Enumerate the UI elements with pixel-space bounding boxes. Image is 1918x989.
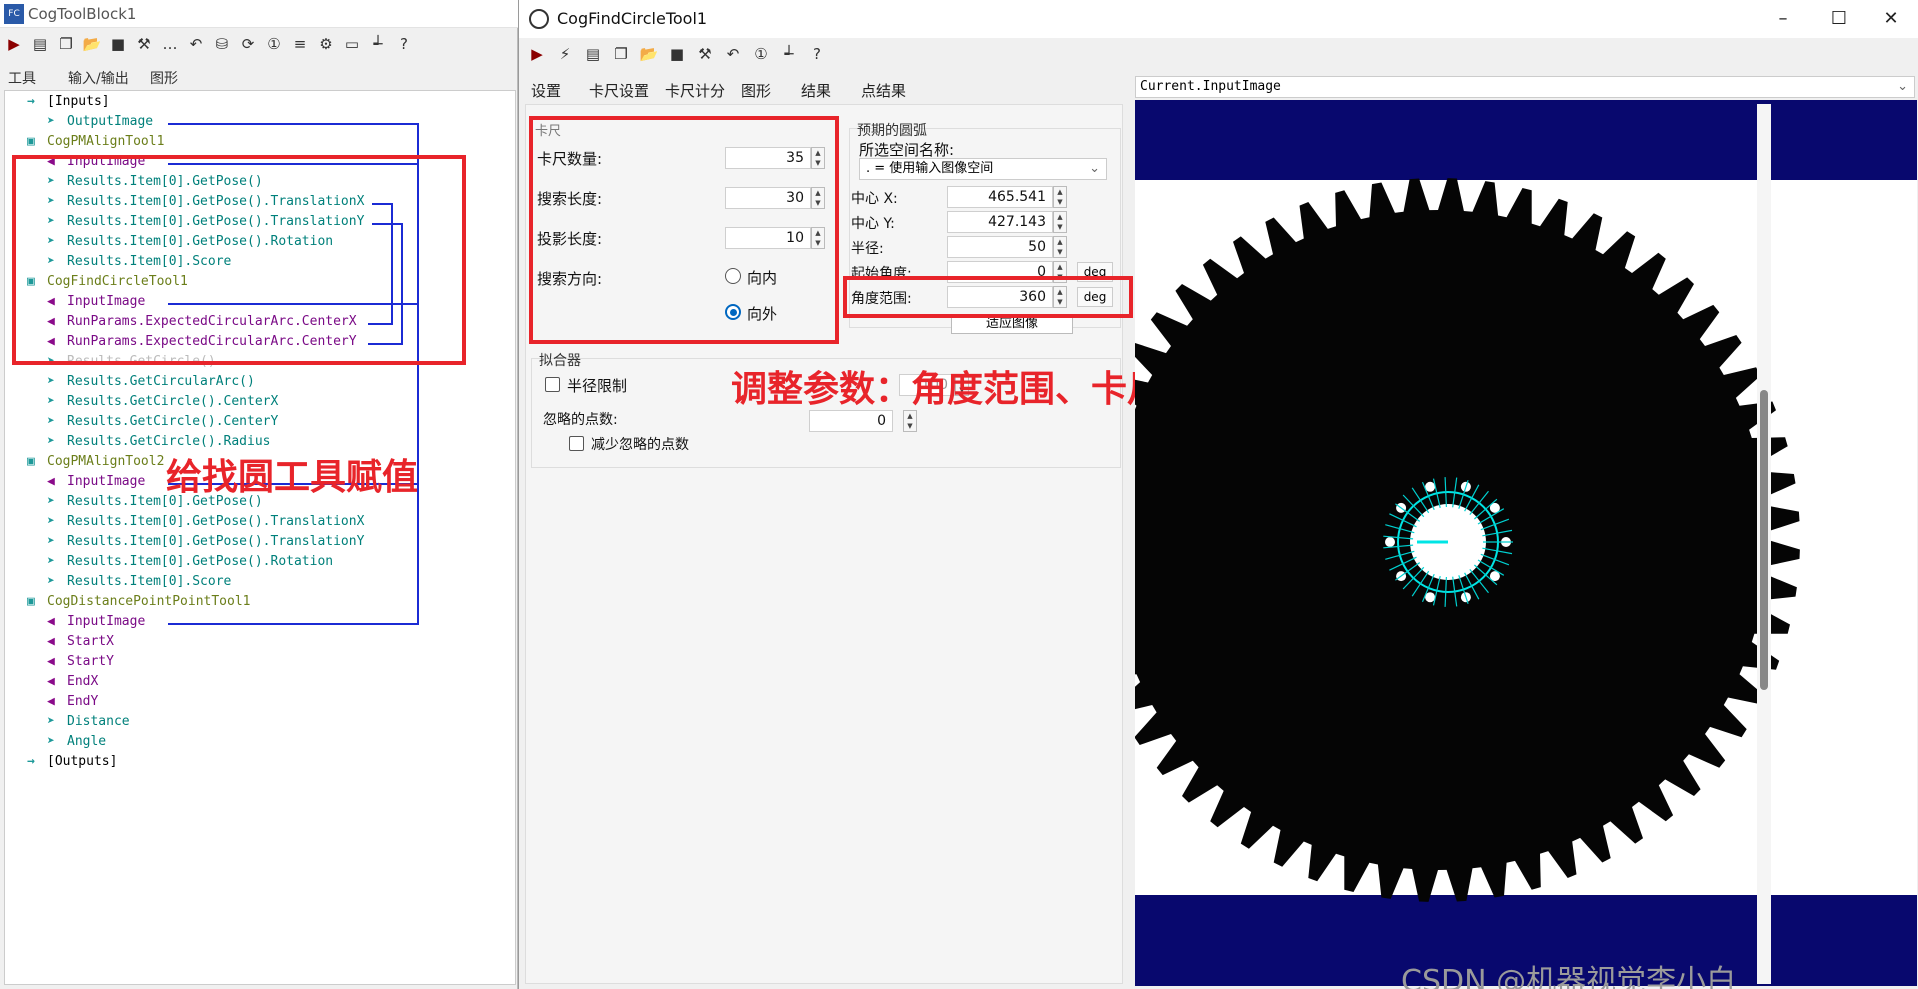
save-icon[interactable]: ■ — [665, 42, 689, 66]
minimize-button[interactable]: – — [1755, 0, 1811, 38]
space-name-value: . = 使用输入图像空间 — [866, 161, 994, 176]
close-button[interactable]: ✕ — [1863, 0, 1918, 38]
radius-spinner[interactable]: ▲ ▼ — [1053, 236, 1067, 258]
maximize-button[interactable]: ☐ — [1811, 0, 1867, 38]
toggle-view-icon[interactable]: ▤ — [581, 42, 605, 66]
highlight-box-range — [843, 276, 1133, 318]
tool-block-window: CogToolBlock1 FC ▶ ▤ ❐ 📂 ■ ⚒… ↶ ⛁ ⟳ ① ≡ ⚙ ▭ ┵? 工具 输入/… — [0, 0, 518, 989]
space-name-select[interactable]: . = 使用输入图像空间 ⌄ — [859, 158, 1107, 180]
reduce-ignore-checkbox[interactable] — [569, 436, 584, 451]
radius-input[interactable]: 50 — [947, 236, 1053, 258]
chevron-down-icon: ⌄ — [1089, 161, 1100, 176]
watermark: CSDN @机器视觉李小白 — [1401, 964, 1737, 989]
center-x-input[interactable]: 465.541 — [947, 186, 1053, 208]
center-y-input[interactable]: 427.143 — [947, 211, 1053, 233]
find-circle-toolbar: ▶ ⚡ ▤ ❐ 📂 ■ ⚒ ↶ ① ┵? — [525, 42, 925, 70]
gear-slot — [1425, 481, 1436, 492]
image-display[interactable] — [1076, 100, 1917, 986]
tools-icon[interactable]: ⚒ — [693, 42, 717, 66]
find-circle-title: CogFindCircleTool1 — [519, 0, 1918, 38]
graph-icon[interactable]: ┵ — [777, 42, 801, 66]
gear-image — [1076, 100, 1917, 986]
fitter-group-label: 拟合器 — [539, 353, 581, 369]
open-folder-icon[interactable]: 📂 — [637, 42, 661, 66]
annotation-left: 给找圆工具赋值 — [166, 457, 419, 498]
highlight-box-left — [12, 155, 466, 365]
image-vscroll-thumb[interactable] — [1760, 390, 1768, 690]
ignore-points-spinner[interactable]: ▲ ▼ — [903, 410, 917, 432]
bolt-icon[interactable]: ⚡ — [553, 42, 577, 66]
space-name-label: 所选空间名称: — [859, 141, 955, 159]
radius-limit-label: 半径限制 — [567, 377, 628, 395]
tab-point-results[interactable]: 点结果 — [861, 80, 906, 101]
center-y-label: 中心 Y: — [851, 216, 895, 232]
center-y-spinner[interactable]: ▲ ▼ — [1053, 211, 1067, 233]
tab-results[interactable]: 结果 — [801, 80, 831, 101]
image-selector-value: Current.InputImage — [1140, 79, 1281, 94]
gear-slot — [1425, 592, 1436, 603]
radius-limit-checkbox[interactable] — [545, 377, 560, 392]
find-circle-window: CogFindCircleTool1 – ☐ ✕ ▶ ⚡ ▤ ❐ 📂 ■ ⚒ ↶ ① ┵? 设置 … — [518, 0, 1918, 989]
image-selector[interactable]: Current.InputImage ⌄ — [1135, 76, 1915, 98]
center-x-spinner[interactable]: ▲ ▼ — [1053, 186, 1067, 208]
tab-caliper-scoring[interactable]: 卡尺计分 — [665, 80, 725, 101]
counter-icon[interactable]: ① — [749, 42, 773, 66]
run-icon[interactable]: ▶ — [525, 42, 549, 66]
copy-icon[interactable]: ❐ — [609, 42, 633, 66]
ignore-points-input[interactable]: 0 — [809, 410, 893, 432]
radius-label: 半径: — [851, 241, 884, 257]
chevron-down-icon: ⌄ — [1897, 79, 1908, 94]
highlight-box-caliper — [529, 116, 839, 344]
tab-graphics-r[interactable]: 图形 — [741, 80, 771, 101]
ignore-points-label: 忽略的点数: — [543, 412, 618, 428]
gear-slot — [1385, 537, 1395, 547]
reduce-ignore-label: 减少忽略的点数 — [591, 437, 689, 453]
undo-icon[interactable]: ↶ — [721, 42, 745, 66]
help-icon[interactable]: ? — [805, 42, 829, 66]
tab-caliper-settings[interactable]: 卡尺设置 — [589, 80, 649, 101]
find-circle-tool-icon — [529, 9, 549, 29]
center-x-label: 中心 X: — [851, 191, 898, 207]
tab-settings[interactable]: 设置 — [531, 80, 561, 101]
arc-group-label: 预期的圆弧 — [857, 123, 927, 139]
